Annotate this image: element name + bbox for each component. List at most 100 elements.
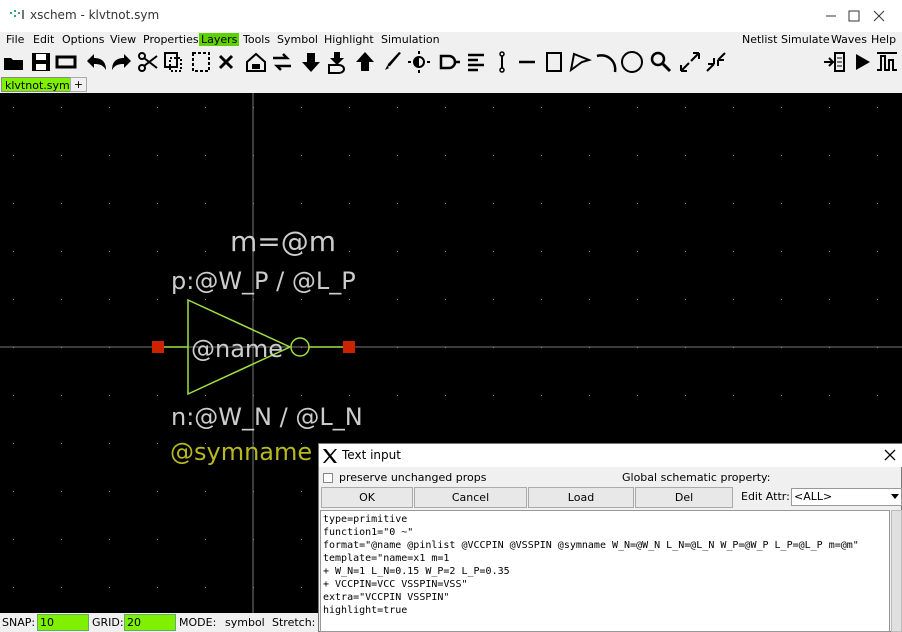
cancel-button[interactable]: Cancel [414, 487, 527, 508]
copy-icon[interactable] [161, 50, 185, 74]
grid-dot [493, 107, 494, 108]
preserve-props-checkbox[interactable] [323, 472, 333, 483]
label-name[interactable]: @name [191, 335, 283, 363]
dropdown-arrow-icon[interactable] [891, 494, 899, 499]
del-button[interactable]: Del [635, 487, 733, 508]
dialog-close-icon[interactable] [881, 446, 899, 464]
grid-input[interactable]: 20 [124, 614, 176, 631]
open-icon[interactable] [2, 50, 26, 74]
pen-icon[interactable] [381, 50, 405, 74]
grid-dot [61, 155, 62, 156]
grid-dot [205, 251, 206, 252]
menu-properties[interactable]: Properties [143, 33, 199, 46]
mode-value: symbol [225, 616, 265, 629]
zoom-fit-icon[interactable] [704, 50, 728, 74]
grid-dot [877, 251, 878, 252]
highlight-icon[interactable] [407, 50, 431, 74]
menu-symbol[interactable]: Symbol [277, 33, 318, 46]
redo-icon[interactable] [110, 50, 134, 74]
move-icon[interactable] [189, 50, 213, 74]
descend-symbol-icon[interactable] [325, 50, 349, 74]
label-symname[interactable]: @symname [170, 438, 312, 466]
grid-dot [13, 539, 14, 540]
grid-dot [205, 203, 206, 204]
grid-dot [109, 443, 110, 444]
grid-dot [109, 395, 110, 396]
grid-dot [685, 395, 686, 396]
menu-waves[interactable]: Waves [831, 33, 867, 46]
grid-dot [205, 107, 206, 108]
grid-dot [397, 155, 398, 156]
ok-button[interactable]: OK [321, 487, 413, 508]
pin-icon[interactable] [490, 50, 514, 74]
grid-dot [157, 299, 158, 300]
grid-dot [109, 539, 110, 540]
delete-icon[interactable] [214, 50, 238, 74]
descend-icon[interactable] [299, 50, 323, 74]
grid-dot [109, 587, 110, 588]
zoom-icon[interactable] [649, 50, 673, 74]
push-icon[interactable] [244, 50, 268, 74]
grid-dot [445, 107, 446, 108]
input-pin[interactable] [152, 341, 164, 353]
window-titlebar: xschem - klvtnot.sym [0, 0, 902, 32]
edit-attr-select[interactable]: <ALL> [791, 488, 902, 506]
circle-icon[interactable] [620, 50, 644, 74]
menu-simulate[interactable]: Simulate [781, 33, 830, 46]
grid-dot [61, 299, 62, 300]
ascend-icon[interactable] [353, 50, 377, 74]
grid-dot [781, 107, 782, 108]
line-icon[interactable] [515, 50, 539, 74]
zoom-full-icon[interactable] [678, 50, 702, 74]
cut-icon[interactable] [136, 50, 160, 74]
grid-dot [61, 107, 62, 108]
menu-tools[interactable]: Tools [243, 33, 270, 46]
grid-dot [589, 203, 590, 204]
menu-netlist[interactable]: Netlist [742, 33, 777, 46]
list-icon[interactable] [464, 50, 488, 74]
label-p[interactable]: p:@W_P / @L_P [171, 267, 356, 295]
grid-dot [157, 539, 158, 540]
gate-icon[interactable] [437, 50, 461, 74]
menu-options[interactable]: Options [62, 33, 104, 46]
menu-layers[interactable]: Layers [199, 33, 240, 46]
grid-dot [829, 299, 830, 300]
menu-highlight[interactable]: Highlight [324, 33, 374, 46]
rect-icon[interactable] [542, 50, 566, 74]
save-icon[interactable] [29, 50, 53, 74]
property-textarea[interactable]: type=primitive function1="0 ~" format="@… [320, 510, 890, 632]
grid-dot [205, 395, 206, 396]
grid-dot [157, 587, 158, 588]
x11-logo-icon [323, 449, 337, 463]
output-pin[interactable] [343, 341, 355, 353]
undo-icon[interactable] [84, 50, 108, 74]
menu-edit[interactable]: Edit [33, 33, 54, 46]
close-icon[interactable] [856, 0, 902, 32]
menu-simulation[interactable]: Simulation [381, 33, 440, 46]
tab-klvtnot-sym[interactable]: klvtnot.sym [1, 77, 74, 92]
add-tab-button[interactable]: + [70, 77, 87, 92]
grid-dot [205, 491, 206, 492]
polygon-icon[interactable] [568, 50, 592, 74]
grid-dot [781, 251, 782, 252]
reload-icon[interactable] [54, 50, 78, 74]
menu-file[interactable]: File [6, 33, 24, 46]
simulate-icon[interactable] [850, 50, 874, 74]
load-button[interactable]: Load [528, 487, 634, 508]
grid-dot [349, 203, 350, 204]
arc-icon[interactable] [594, 50, 618, 74]
grid-dot [589, 107, 590, 108]
menu-help[interactable]: Help [871, 33, 896, 46]
preserve-props-row[interactable]: preserve unchanged props [323, 471, 486, 484]
label-m[interactable]: m=@m [230, 225, 336, 258]
netlist-icon[interactable] [822, 50, 846, 74]
waves-icon[interactable] [875, 50, 899, 74]
grid-dot [829, 107, 830, 108]
grid-dot [781, 299, 782, 300]
snap-input[interactable]: 10 [37, 614, 89, 631]
menu-view[interactable]: View [110, 33, 136, 46]
dialog-titlebar: Text input [319, 444, 902, 467]
swap-icon[interactable] [270, 50, 294, 74]
textarea-scrollbar[interactable] [891, 510, 902, 632]
label-n[interactable]: n:@W_N / @L_N [171, 403, 363, 431]
